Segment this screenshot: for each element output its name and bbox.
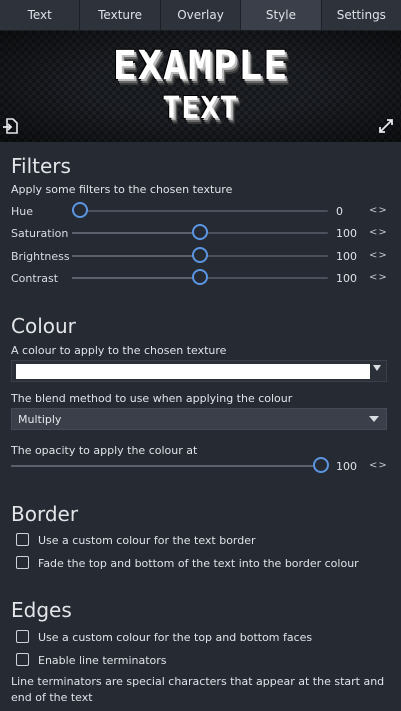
border-heading: Border	[11, 502, 79, 526]
colour-heading: Colour	[11, 314, 76, 338]
saturation-range-toggle[interactable]: <>	[369, 227, 388, 238]
border-custom-colour-checkbox[interactable]	[16, 533, 29, 546]
tab-text[interactable]: Text	[0, 0, 81, 30]
text-preview: EXAMPLE TEXT	[0, 31, 401, 142]
border-fade-checkbox[interactable]	[16, 556, 29, 569]
tab-style[interactable]: Style	[241, 0, 322, 30]
opacity-slider[interactable]	[11, 465, 328, 467]
brightness-value: 100	[336, 250, 357, 263]
saturation-value: 100	[336, 227, 357, 240]
border-custom-colour-label: Use a custom colour for the text border	[38, 534, 256, 547]
brightness-slider-handle[interactable]	[192, 247, 208, 263]
line-terminators-note: Line terminators are special characters …	[11, 675, 385, 704]
hue-range-toggle[interactable]: <>	[369, 205, 388, 216]
line-terminators-label: Enable line terminators	[38, 654, 167, 667]
tab-texture[interactable]: Texture	[80, 0, 161, 30]
hue-label: Hue	[11, 205, 34, 218]
opacity-slider-handle[interactable]	[313, 457, 329, 473]
preview-line-2: TEXT	[162, 91, 239, 126]
edges-custom-colour-label: Use a custom colour for the top and bott…	[38, 631, 313, 644]
contrast-value: 100	[336, 272, 357, 285]
tab-settings[interactable]: Settings	[321, 0, 401, 30]
preview-line-1: EXAMPLE	[112, 43, 289, 89]
hue-slider[interactable]	[72, 210, 328, 212]
contrast-range-toggle[interactable]: <>	[369, 272, 388, 283]
line-terminators-checkbox[interactable]	[16, 653, 29, 666]
hue-slider-handle[interactable]	[72, 202, 88, 218]
contrast-slider-handle[interactable]	[192, 269, 208, 285]
tab-bar: Text Texture Overlay Style Settings	[0, 0, 401, 31]
colour-picker[interactable]	[11, 360, 387, 382]
blend-method-label: The blend method to use when applying th…	[11, 392, 293, 405]
opacity-value: 100	[336, 460, 357, 473]
edges-heading: Edges	[11, 598, 72, 622]
colour-description: A colour to apply to the chosen texture	[11, 344, 227, 357]
saturation-slider-handle[interactable]	[192, 224, 208, 240]
filters-heading: Filters	[11, 154, 71, 178]
saturation-label: Saturation	[11, 227, 69, 240]
blend-method-select[interactable]: Multiply	[11, 408, 387, 430]
contrast-label: Contrast	[11, 272, 59, 285]
expand-icon[interactable]	[378, 118, 396, 136]
edges-custom-colour-checkbox[interactable]	[16, 630, 29, 643]
export-icon[interactable]	[2, 117, 20, 135]
colour-swatch	[16, 364, 370, 379]
filters-description: Apply some filters to the chosen texture	[11, 183, 233, 196]
blend-method-value: Multiply	[18, 413, 62, 426]
opacity-range-toggle[interactable]: <>	[369, 460, 388, 471]
border-fade-label: Fade the top and bottom of the text into…	[38, 557, 359, 570]
chevron-down-icon	[373, 365, 381, 371]
brightness-range-toggle[interactable]: <>	[369, 250, 388, 261]
opacity-label: The opacity to apply the colour at	[11, 444, 198, 457]
hue-value: 0	[336, 205, 343, 218]
chevron-down-icon	[369, 416, 379, 422]
brightness-label: Brightness	[11, 250, 70, 263]
tab-overlay[interactable]: Overlay	[160, 0, 242, 30]
